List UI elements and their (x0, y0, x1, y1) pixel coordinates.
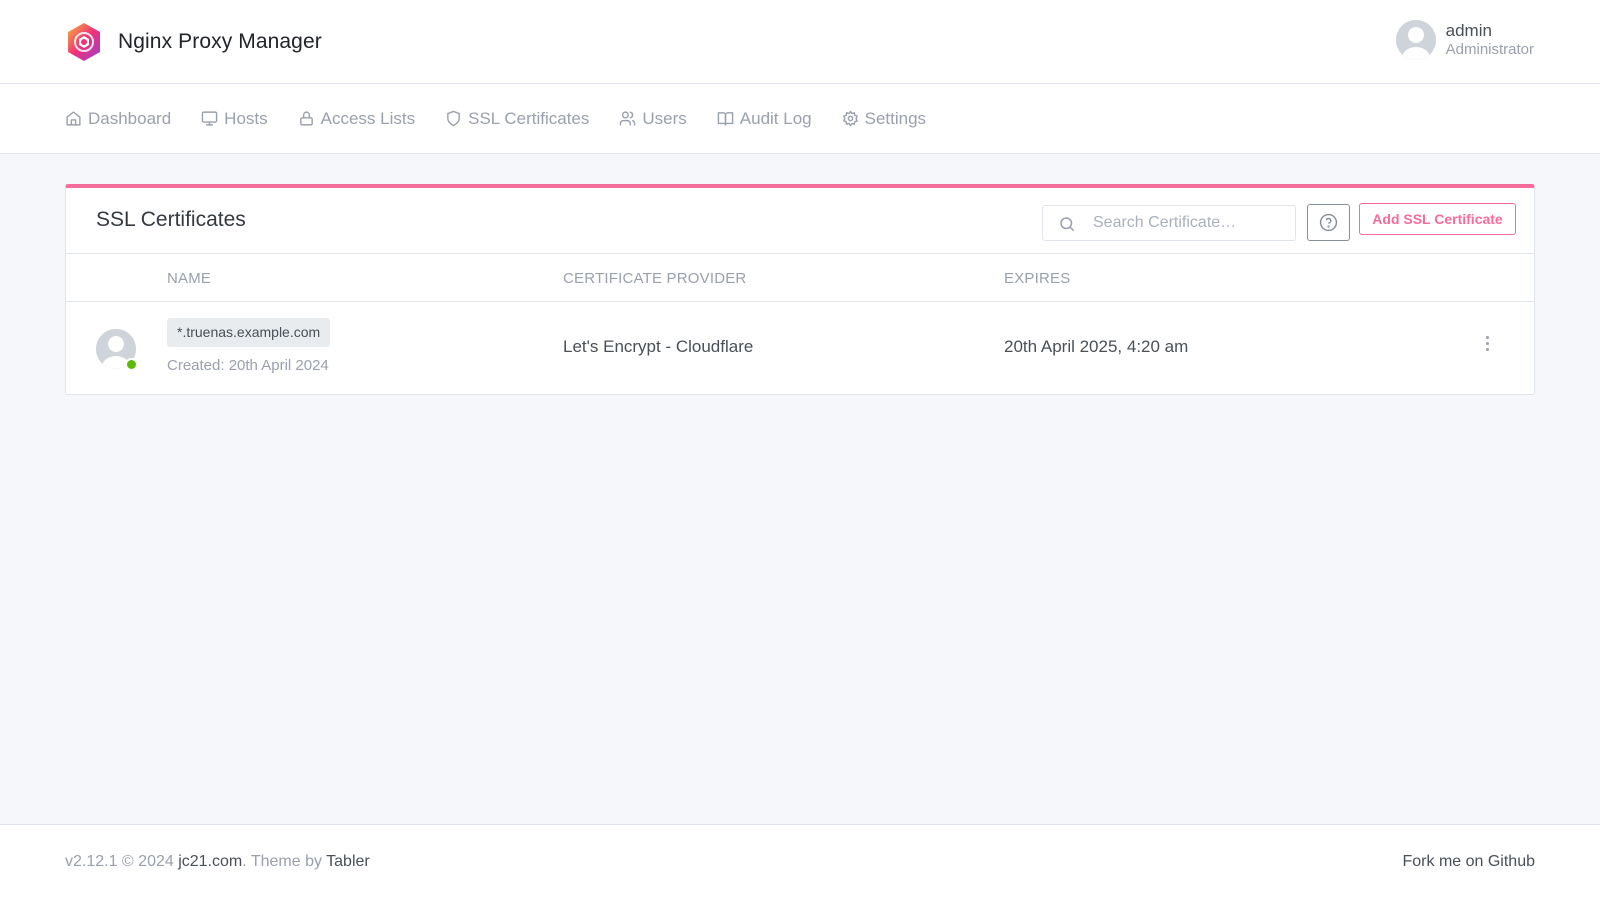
user-role: Administrator (1445, 41, 1534, 59)
app-title: Nginx Proxy Manager (118, 30, 322, 53)
nav-item-dashboard[interactable]: Dashboard (65, 109, 171, 129)
brand[interactable]: Nginx Proxy Manager (66, 22, 322, 62)
domain-tag: *.truenas.example.com (167, 318, 331, 347)
lock-icon (299, 111, 313, 126)
main-nav: Dashboard Hosts Access Lists SSL Certifi… (0, 84, 1600, 154)
user-avatar-icon (1395, 20, 1436, 60)
nav-item-audit-log[interactable]: Audit Log (717, 109, 812, 129)
help-circle-icon (1319, 213, 1338, 232)
row-actions-menu-icon[interactable] (1481, 336, 1493, 358)
users-icon (620, 111, 636, 126)
certificate-provider: Let's Encrypt - Cloudflare (563, 337, 754, 356)
expires-date: 20th April 2025, 4:20 am (1004, 337, 1189, 356)
theme-text: . Theme by (242, 853, 327, 870)
add-ssl-certificate-button[interactable]: Add SSL Certificate (1359, 203, 1516, 235)
user-avatar[interactable] (1395, 20, 1436, 60)
nav-item-hosts[interactable]: Hosts (201, 108, 268, 129)
card-title: SSL Certificates (96, 208, 246, 231)
version-text: v2.12.1 © 2024 (65, 853, 179, 870)
nav-item-ssl-certificates[interactable]: SSL Certificates (445, 109, 589, 129)
nav-label: SSL Certificates (468, 108, 590, 128)
table-row: *.truenas.example.com Created: 20th Apri… (66, 302, 1534, 392)
ssl-certificates-card: SSL Certificates Add SSL Certificate Nam… (65, 184, 1535, 395)
footer-copyright: v2.12.1 © 2024 jc21.com. Theme by Tabler (65, 853, 370, 871)
tabler-link[interactable]: Tabler (326, 853, 370, 870)
jc21-link[interactable]: jc21.com (178, 853, 242, 870)
footer: v2.12.1 © 2024 jc21.com. Theme by Tabler… (0, 824, 1600, 900)
nav-label: Settings (864, 108, 927, 128)
nginx-proxy-manager-logo-icon (68, 23, 100, 61)
nav-item-settings[interactable]: Settings (842, 109, 926, 129)
home-icon (66, 111, 81, 126)
search-icon (1060, 217, 1075, 232)
monitor-icon (201, 111, 218, 126)
table-header: Name Certificate Provider Expires (66, 254, 1534, 302)
book-icon (717, 112, 734, 126)
search-box[interactable] (1042, 205, 1296, 241)
column-header-expires: Expires (1004, 270, 1071, 287)
certificate-owner-avatar (96, 329, 138, 371)
nav-item-access-lists[interactable]: Access Lists (298, 109, 415, 129)
column-header-certificate-provider: Certificate Provider (563, 270, 747, 287)
nav-label: Access Lists (320, 108, 416, 128)
search-input[interactable] (1093, 214, 1288, 232)
nav-label: Audit Log (739, 108, 812, 128)
column-header-name: Name (167, 270, 212, 287)
created-date: Created: 20th April 2024 (167, 357, 329, 374)
user-name: admin (1445, 21, 1492, 40)
nav-label: Hosts (224, 108, 268, 128)
nav-item-users[interactable]: Users (619, 108, 687, 129)
user-menu[interactable]: admin Administrator (1395, 20, 1534, 60)
gear-icon (842, 110, 858, 127)
help-button[interactable] (1307, 204, 1350, 241)
status-online-dot (125, 358, 138, 371)
github-link[interactable]: Fork me on Github (1403, 853, 1536, 871)
shield-icon (447, 110, 460, 127)
nav-label: Dashboard (88, 108, 172, 128)
top-header: Nginx Proxy Manager admin Administrator (0, 0, 1600, 84)
nav-label: Users (642, 108, 687, 128)
card-header: SSL Certificates Add SSL Certificate (66, 188, 1534, 254)
